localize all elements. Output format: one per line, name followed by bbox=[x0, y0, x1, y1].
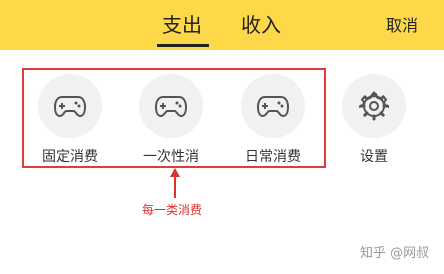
active-tab-indicator bbox=[157, 44, 209, 47]
category-icon-circle bbox=[342, 74, 406, 138]
top-bar: 支出 收入 取消 bbox=[0, 0, 444, 50]
watermark: 知乎 @网叔 bbox=[360, 246, 430, 261]
category-settings[interactable]: 设置 bbox=[334, 74, 414, 166]
cancel-button[interactable]: 取消 bbox=[386, 15, 418, 37]
gear-icon bbox=[359, 91, 389, 121]
annotation-highlight-box bbox=[22, 68, 326, 168]
tab-income[interactable]: 收入 bbox=[241, 12, 281, 38]
category-label: 设置 bbox=[360, 149, 388, 165]
annotation-arrow-icon bbox=[170, 168, 180, 198]
tab-expense[interactable]: 支出 bbox=[162, 12, 202, 38]
annotation-text: 每一类消费 bbox=[142, 203, 203, 217]
